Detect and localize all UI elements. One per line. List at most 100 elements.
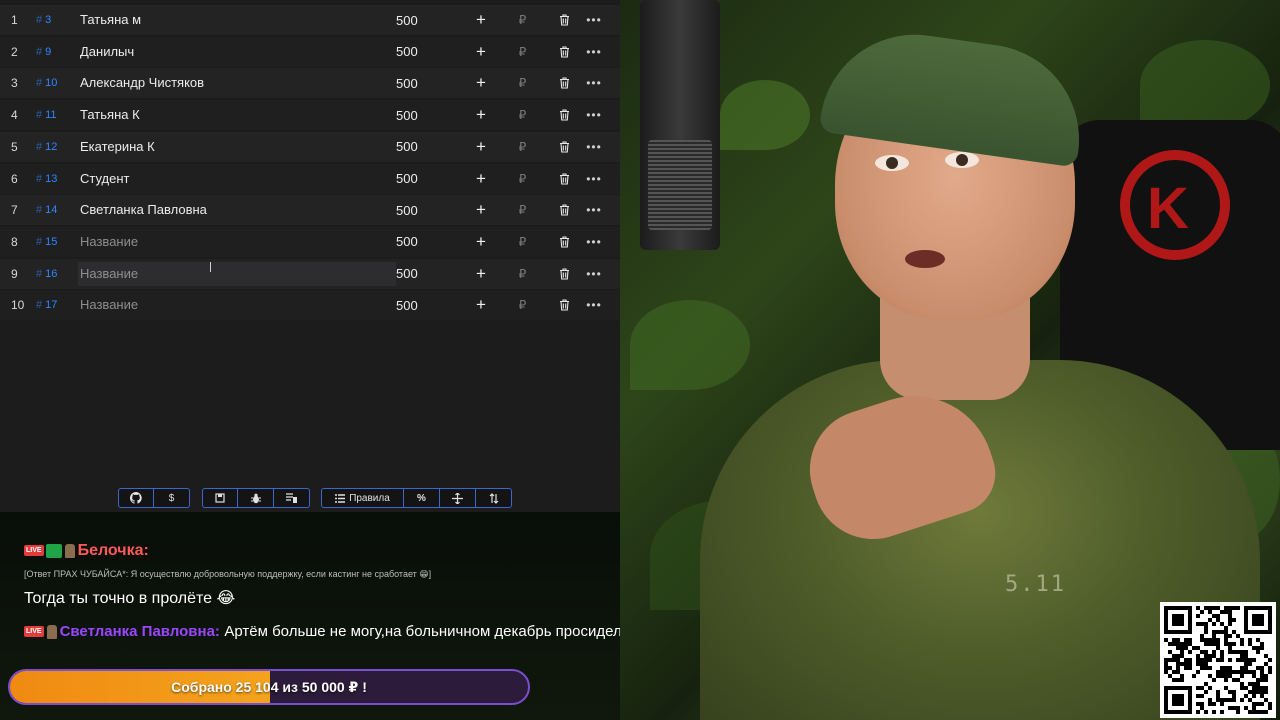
participant-name-input[interactable]: Название [78,261,396,286]
delete-row-button[interactable] [549,236,579,248]
rules-button[interactable]: Правила [322,489,404,507]
row-id: #9 [36,45,52,58]
more-options-button[interactable]: ••• [579,267,609,281]
table-row: 2 #9 Данилыч 500 + ₽ ••• [0,36,620,67]
more-options-button[interactable]: ••• [579,235,609,249]
add-amount-button[interactable]: + [466,73,496,93]
more-options-button[interactable]: ••• [579,45,609,59]
more-options-button[interactable]: ••• [579,108,609,122]
participant-name-input[interactable]: Екатерина К [78,135,396,159]
amount-field[interactable]: 500 [396,108,466,123]
add-amount-button[interactable]: + [466,10,496,30]
table-row: 6 #13 Студент 500 + ₽ ••• [0,163,620,194]
ruble-icon: ₽ [518,76,527,91]
delete-row-button[interactable] [549,109,579,121]
amount-field[interactable]: 500 [396,298,466,313]
delete-row-button[interactable] [549,77,579,89]
row-id: #13 [36,172,58,185]
participant-name-input[interactable]: Александр Чистяков [78,71,396,95]
add-amount-button[interactable]: + [466,295,496,315]
chat-text: Артём больше не могу,на больничном декаб… [224,623,620,640]
participant-name-input[interactable]: Татьяна К [78,103,396,127]
clear-list-button[interactable] [274,489,309,507]
donate-button[interactable]: $ [154,489,189,507]
more-options-button[interactable]: ••• [579,203,609,217]
qr-code-image [1164,606,1272,714]
participant-name-input[interactable]: Студент [78,167,396,191]
sort-button[interactable] [476,489,511,507]
amount-field[interactable]: 500 [396,139,466,154]
row-id: #16 [36,267,58,280]
more-options-button[interactable]: ••• [579,298,609,312]
trash-icon [559,77,569,89]
split-button[interactable] [440,489,476,507]
delete-row-button[interactable] [549,14,579,26]
add-amount-button[interactable]: + [466,232,496,252]
participant-name-input[interactable]: Светланка Павловна [78,198,396,222]
ruble-icon: ₽ [518,44,527,59]
table-row: 7 #14 Светланка Павловна 500 + ₽ ••• [0,195,620,226]
chat-reply-quote: [Ответ ПРАХ ЧУБАЙСА*: Я осуществлю добро… [24,569,432,579]
split-icon [452,492,463,504]
chat-username: Светланка Павловна: [59,623,220,640]
row-number: 5 [11,139,18,154]
amount-field[interactable]: 500 [396,44,466,59]
text-cursor [210,262,212,272]
donation-progress-label: Собрано 25 104 из 50 000 ₽ ! [171,678,367,695]
delete-row-button[interactable] [549,172,579,185]
table-row: 9 #16 Название 500 + ₽ ••• [0,258,620,289]
percent-button[interactable]: % [404,489,440,507]
row-id: #3 [36,14,52,26]
add-amount-button[interactable]: + [466,169,496,189]
amount-field[interactable]: 500 [396,203,466,218]
row-id: #15 [36,235,58,248]
ruble-icon: ₽ [518,13,527,27]
table-row: 10 #17 Название 500 + ₽ ••• [0,290,620,321]
add-amount-button[interactable]: + [466,200,496,220]
amount-field[interactable]: 500 [396,234,466,249]
row-id: #12 [36,140,58,153]
row-number: 4 [11,108,18,123]
add-amount-button[interactable]: + [466,42,496,62]
row-id: #10 [36,77,58,90]
more-options-button[interactable]: ••• [579,140,609,154]
delete-row-button[interactable] [549,299,579,311]
row-number: 8 [11,234,18,249]
ruble-icon: ₽ [518,234,527,249]
donation-progress-bar: Собрано 25 104 из 50 000 ₽ ! [8,669,530,705]
add-amount-button[interactable]: + [466,264,496,284]
participant-name-input[interactable]: Название [78,293,396,317]
qr-code [1160,602,1276,718]
github-button[interactable] [119,489,154,507]
save-button[interactable] [203,489,239,507]
trash-icon [559,236,569,248]
row-number: 2 [11,44,18,59]
add-amount-button[interactable]: + [466,137,496,157]
toolbar-group-settings: Правила % [321,488,512,508]
percent-icon: % [417,492,426,504]
delete-row-button[interactable] [549,141,579,153]
amount-field[interactable]: 500 [396,171,466,186]
table-row: 8 #15 Название 500 + ₽ ••• [0,226,620,257]
delete-row-button[interactable] [549,268,579,280]
participant-name-input[interactable]: Название [78,230,396,254]
chat-username: Белочка: [77,542,149,559]
participant-name-input[interactable]: Татьяна м [78,8,396,32]
table-row: 4 #11 Татьяна К 500 + ₽ ••• [0,100,620,131]
debug-button[interactable] [238,489,274,507]
more-options-button[interactable]: ••• [579,172,609,186]
chat-message: LIVE Светланка Павловна: Артём больше не … [24,622,620,641]
row-number: 3 [11,76,18,91]
amount-field[interactable]: 500 [396,76,466,91]
add-amount-button[interactable]: + [466,105,496,125]
more-options-button[interactable]: ••• [579,13,609,27]
ruble-icon: ₽ [518,171,527,186]
amount-field[interactable]: 500 [396,13,466,28]
delete-row-button[interactable] [549,204,579,216]
more-options-button[interactable]: ••• [579,76,609,90]
list-icon [335,493,346,503]
trash-icon [559,109,569,121]
participant-name-input[interactable]: Данилыч [78,40,396,64]
delete-row-button[interactable] [549,46,579,58]
amount-field[interactable]: 500 [396,266,466,281]
